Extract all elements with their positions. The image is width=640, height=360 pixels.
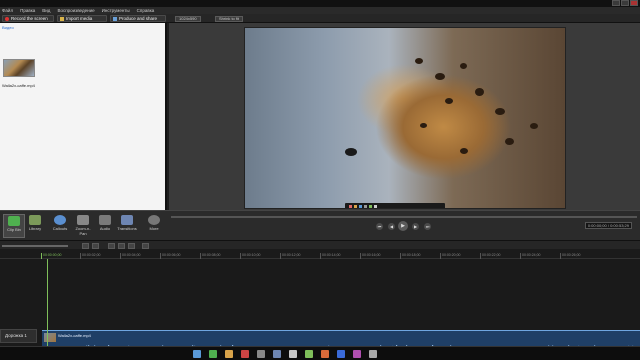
tab-label: More: [149, 226, 159, 231]
tab-transitions[interactable]: Transitions: [116, 214, 138, 238]
playhead[interactable]: [47, 259, 48, 360]
audio-icon: [99, 215, 111, 225]
produce-share-button[interactable]: Produce and share: [110, 15, 166, 22]
record-label: Record the screen: [11, 16, 48, 21]
tab-zoom-n-pan[interactable]: Zoom-n-Pan: [72, 214, 94, 238]
canvas-tool-icon[interactable]: [369, 204, 372, 208]
redo-button[interactable]: [92, 242, 99, 249]
tab-label: Audio: [99, 226, 111, 231]
clip-thumbnail[interactable]: [3, 59, 35, 77]
timeline-toolbar: [0, 240, 640, 249]
maximize-button[interactable]: [621, 0, 629, 6]
clip-thumbnail: [44, 333, 56, 342]
tab-label: Callouts: [52, 226, 68, 231]
menu-tools[interactable]: Инструменты: [102, 8, 130, 13]
menu-view[interactable]: Вид: [42, 8, 50, 13]
copy-button[interactable]: [118, 242, 125, 249]
menu-file[interactable]: Файл: [2, 8, 13, 13]
os-taskbar: [0, 346, 640, 360]
taskbar-app-icon[interactable]: [257, 349, 265, 358]
taskbar-app-icon[interactable]: [305, 349, 313, 358]
tab-label: Clip Bin: [7, 227, 21, 232]
zoom-select[interactable]: 1024x590: [175, 15, 201, 22]
tab-clip-bin[interactable]: Clip Bin: [3, 214, 25, 238]
clip-name: Walla2x-caffe.mp4: [2, 83, 35, 88]
import-label: Import media: [66, 16, 93, 21]
produce-label: Produce and share: [119, 16, 158, 21]
tab-label: Zoom-n-Pan: [75, 226, 91, 236]
step-forward-button[interactable]: ▶: [412, 223, 419, 230]
canvas-tool-icon[interactable]: [359, 204, 362, 208]
undo-button[interactable]: [82, 242, 89, 249]
next-clip-button[interactable]: ⏭: [424, 223, 431, 230]
step-back-button[interactable]: ◀: [388, 223, 395, 230]
time-display: 0:00:00;00 / 0:00:53;29: [584, 222, 632, 229]
play-button[interactable]: ▶: [398, 221, 408, 231]
close-button[interactable]: [630, 0, 638, 6]
preview-stage: [169, 23, 640, 210]
zoom-icon: [77, 215, 89, 225]
tab-audio[interactable]: Audio: [94, 214, 116, 238]
video-preview[interactable]: [244, 27, 566, 209]
library-icon: [29, 215, 41, 225]
previous-clip-button[interactable]: ⏮: [376, 223, 383, 230]
canvas-tool-icon[interactable]: [364, 204, 367, 208]
clip-bin-header: Видео: [2, 25, 14, 30]
tab-label: Library: [28, 226, 42, 231]
share-icon: [113, 16, 117, 21]
taskbar-app-icon[interactable]: [337, 349, 345, 358]
minimize-button[interactable]: [612, 0, 620, 6]
taskbar-app-icon[interactable]: [209, 349, 217, 358]
taskbar-app-icon[interactable]: [289, 349, 297, 358]
import-media-button[interactable]: Import media: [57, 15, 107, 22]
split-button[interactable]: [142, 242, 149, 249]
menu-edit[interactable]: Правка: [20, 8, 35, 13]
window-titlebar: [0, 0, 640, 7]
canvas-edit-toolbar: [345, 203, 445, 208]
paste-button[interactable]: [128, 242, 135, 249]
tab-library[interactable]: Library: [24, 214, 46, 238]
clip-bin-icon: [8, 216, 20, 226]
tab-more[interactable]: More: [143, 214, 165, 238]
tab-label: Transitions: [117, 226, 137, 231]
canvas-tool-icon[interactable]: [349, 204, 352, 208]
record-screen-button[interactable]: Record the screen: [2, 15, 54, 22]
taskbar-app-icon[interactable]: [273, 349, 281, 358]
canvas-tool-icon[interactable]: [374, 204, 377, 208]
track-header[interactable]: Дорожка 1: [0, 329, 37, 343]
canvas-tool-icon[interactable]: [354, 204, 357, 208]
main-toolbar: Record the screen Import media Produce a…: [0, 14, 640, 23]
cut-button[interactable]: [108, 242, 115, 249]
callouts-icon: [54, 215, 66, 225]
clip-bin-panel: Видео Walla2x-caffe.mp4: [0, 23, 167, 210]
playback-controls: ⏮ ◀ ▶ ▶ ⏭ 0:00:00;00 / 0:00:53;29: [169, 214, 640, 240]
folder-icon: [60, 16, 64, 21]
timeline-tracks: Дорожка 1 Walla2x-caffe.mp4: [0, 259, 640, 360]
shrink-to-fit-button[interactable]: Shrink to fit: [215, 15, 244, 22]
transitions-icon: [121, 215, 133, 225]
timeline-zoom-slider[interactable]: [2, 244, 68, 247]
taskbar-app-icon[interactable]: [193, 349, 201, 358]
tab-callouts[interactable]: Callouts: [49, 214, 71, 238]
menu-playback[interactable]: Воспроизведение: [57, 8, 94, 13]
more-icon: [148, 215, 160, 225]
window-controls: [612, 0, 638, 6]
record-icon: [5, 16, 9, 21]
seek-bar[interactable]: [171, 216, 637, 218]
taskbar-app-icon[interactable]: [241, 349, 249, 358]
taskbar-app-icon[interactable]: [225, 349, 233, 358]
taskbar-app-icon[interactable]: [353, 349, 361, 358]
menu-bar: Файл Правка Вид Воспроизведение Инструме…: [0, 7, 640, 14]
timeline-ruler[interactable]: 00:00:00;00 00:00:02;00 00:00:04;00 00:0…: [0, 249, 640, 259]
taskbar-app-icon[interactable]: [321, 349, 329, 358]
taskbar-app-icon[interactable]: [369, 349, 377, 358]
timeline-clip-name: Walla2x-caffe.mp4: [58, 333, 91, 338]
menu-help[interactable]: Справка: [137, 8, 155, 13]
